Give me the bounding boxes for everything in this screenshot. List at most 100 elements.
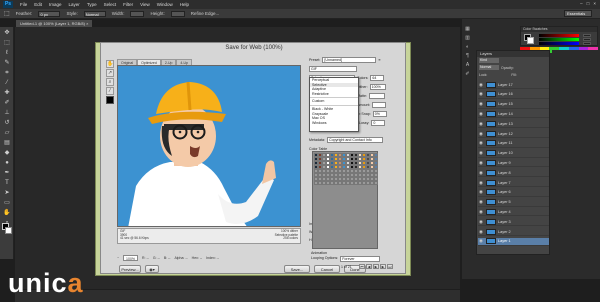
menu-layer[interactable]: Layer [69, 2, 80, 7]
style-select[interactable]: Normal [83, 10, 106, 17]
menu-file[interactable]: File [20, 2, 27, 7]
visibility-eye-icon[interactable]: ◉ [478, 189, 484, 195]
color-reduction-dropdown[interactable]: Perceptual Selective Adaptive Restrictive Cu… [309, 77, 359, 132]
looping-select[interactable]: Forever [340, 256, 381, 262]
dither-input[interactable]: 100% [369, 83, 386, 90]
blur-tool-icon[interactable]: ◆ [3, 149, 11, 157]
menu-type[interactable]: Type [87, 2, 97, 7]
marquee-tool-icon[interactable]: ⬚ [4, 10, 10, 17]
last-frame-icon[interactable]: ⏭ [387, 264, 393, 269]
menu-help[interactable]: Help [180, 2, 189, 7]
adjust-icon[interactable]: ◐ [464, 44, 471, 51]
layer-row[interactable]: ◉ Layer 17 [478, 81, 549, 89]
layer-row[interactable]: ◉ Layer 4 [478, 208, 549, 217]
zoom-level-select[interactable]: 100% [123, 254, 138, 261]
save-button[interactable]: Save... [284, 265, 310, 273]
menu-view[interactable]: View [140, 2, 150, 7]
eyedropper-icon[interactable]: ⁄ [106, 87, 114, 95]
dodge-tool-icon[interactable]: ● [3, 159, 11, 167]
layer-row[interactable]: ◉ Layer 5 [478, 199, 549, 207]
document-tab[interactable]: Untitled-1 @ 100% (Layer 1, RGB/8) × [16, 20, 93, 27]
visibility-eye-icon[interactable]: ◉ [478, 219, 484, 225]
format-select[interactable]: GIF [309, 65, 357, 72]
layer-row[interactable]: ◉ Layer 13 [478, 120, 549, 129]
shape-tool-icon[interactable]: ▭ [3, 199, 11, 207]
brush-tool-icon[interactable]: ✐ [3, 99, 11, 107]
visibility-eye-icon[interactable]: ◉ [478, 150, 484, 156]
layer-row[interactable]: ◉ Layer 11 [478, 140, 549, 148]
feather-input[interactable]: 0 px [38, 10, 61, 17]
eyedropper-color-swatch[interactable] [106, 96, 114, 104]
visibility-eye-icon[interactable]: ◉ [478, 140, 484, 146]
menu-window[interactable]: Window [157, 2, 173, 7]
hand-tool-icon[interactable]: ✋ [106, 60, 114, 68]
eyedropper-icon[interactable]: ⁄ [3, 79, 11, 87]
move-tool-icon[interactable]: ✥ [3, 29, 11, 37]
hand-tool-icon[interactable]: ✋ [3, 209, 11, 217]
zoom-out-icon[interactable]: − [117, 256, 119, 260]
visibility-eye-icon[interactable]: ◉ [478, 111, 484, 117]
pen-tool-icon[interactable]: ✒ [3, 169, 11, 177]
blue-value[interactable] [583, 42, 591, 45]
web-snap-input[interactable]: 0% [372, 110, 387, 117]
visibility-eye-icon[interactable]: ◉ [478, 238, 484, 244]
amount-input[interactable] [372, 101, 387, 108]
color-swatches[interactable] [2, 223, 12, 235]
play-icon[interactable]: ▶ [373, 264, 379, 269]
maximize-icon[interactable]: □ [587, 1, 590, 6]
image-preview[interactable] [117, 65, 301, 227]
layer-row[interactable]: ◉ Layer 3 [478, 218, 549, 227]
visibility-eye-icon[interactable]: ◉ [478, 160, 484, 166]
visibility-eye-icon[interactable]: ◉ [478, 101, 484, 107]
metadata-select[interactable]: Copyright and Contact Info [326, 136, 383, 143]
visibility-eye-icon[interactable]: ◉ [478, 91, 484, 97]
type-tool-icon[interactable]: T [3, 179, 11, 187]
refine-edge-button[interactable]: Refine Edge... [191, 11, 220, 16]
optimize-menu-icon[interactable]: ≡ [378, 58, 380, 62]
red-slider[interactable] [539, 34, 579, 37]
colors-select[interactable]: 64 [370, 74, 385, 81]
color-table-swatches[interactable] [314, 153, 378, 185]
paragraph-icon[interactable]: ¶ [464, 53, 471, 60]
width-input[interactable] [130, 10, 145, 17]
layer-row[interactable]: ◉ Layer 16 [478, 91, 549, 99]
browser-select-button[interactable]: ◉▾ [145, 265, 159, 273]
eraser-icon[interactable]: ▱ [3, 129, 11, 137]
first-frame-icon[interactable]: ⏮ [359, 264, 365, 269]
visibility-eye-icon[interactable]: ◉ [478, 121, 484, 127]
minimize-icon[interactable]: – [580, 1, 583, 6]
history-brush-icon[interactable]: ↺ [3, 119, 11, 127]
layer-row[interactable]: ◉ Layer 14 [478, 110, 549, 119]
layer-row[interactable]: ◉ Layer 10 [478, 150, 549, 158]
dropdown-option[interactable]: Restrictive [310, 92, 358, 97]
color-panel-tabs[interactable]: Color Swatches [521, 27, 597, 32]
workspace-select[interactable]: Essentials [564, 10, 592, 17]
background-color[interactable] [5, 227, 12, 234]
layer-row[interactable]: ◉ Layer 12 [478, 130, 549, 138]
visibility-eye-icon[interactable]: ◉ [478, 170, 484, 176]
menu-select[interactable]: Select [104, 2, 117, 7]
healing-brush-icon[interactable]: ✚ [3, 89, 11, 97]
cancel-button[interactable]: Cancel [314, 265, 340, 273]
color-table-swatch[interactable] [374, 181, 378, 185]
height-input[interactable] [170, 10, 185, 17]
path-select-icon[interactable]: ➤ [3, 189, 11, 197]
color-table[interactable] [312, 151, 378, 249]
gradient-tool-icon[interactable]: ▤ [3, 139, 11, 147]
layer-row[interactable]: ◉ Layer 2 [478, 228, 549, 236]
lossy-input[interactable]: 0 [371, 119, 386, 126]
visibility-eye-icon[interactable]: ◉ [478, 209, 484, 215]
menu-image[interactable]: Image [49, 2, 62, 7]
visibility-eye-icon[interactable]: ◉ [478, 229, 484, 235]
preview-button[interactable]: Preview... [119, 265, 141, 273]
layer-row[interactable]: ◉ Layer 7 [478, 179, 549, 187]
blend-mode-select[interactable]: Normal [479, 65, 499, 70]
character-icon[interactable]: A [464, 62, 471, 69]
quick-select-icon[interactable]: ✎ [3, 59, 11, 67]
layer-kind-select[interactable]: Kind [479, 58, 499, 63]
layer-row[interactable]: ◉ Layer 9 [478, 159, 549, 168]
clone-stamp-icon[interactable]: ⊥ [3, 109, 11, 117]
layer-row[interactable]: ◉ Layer 1 [478, 237, 549, 246]
crop-tool-icon[interactable]: ⌗ [3, 69, 11, 77]
next-frame-icon[interactable]: ▶ [380, 264, 386, 269]
